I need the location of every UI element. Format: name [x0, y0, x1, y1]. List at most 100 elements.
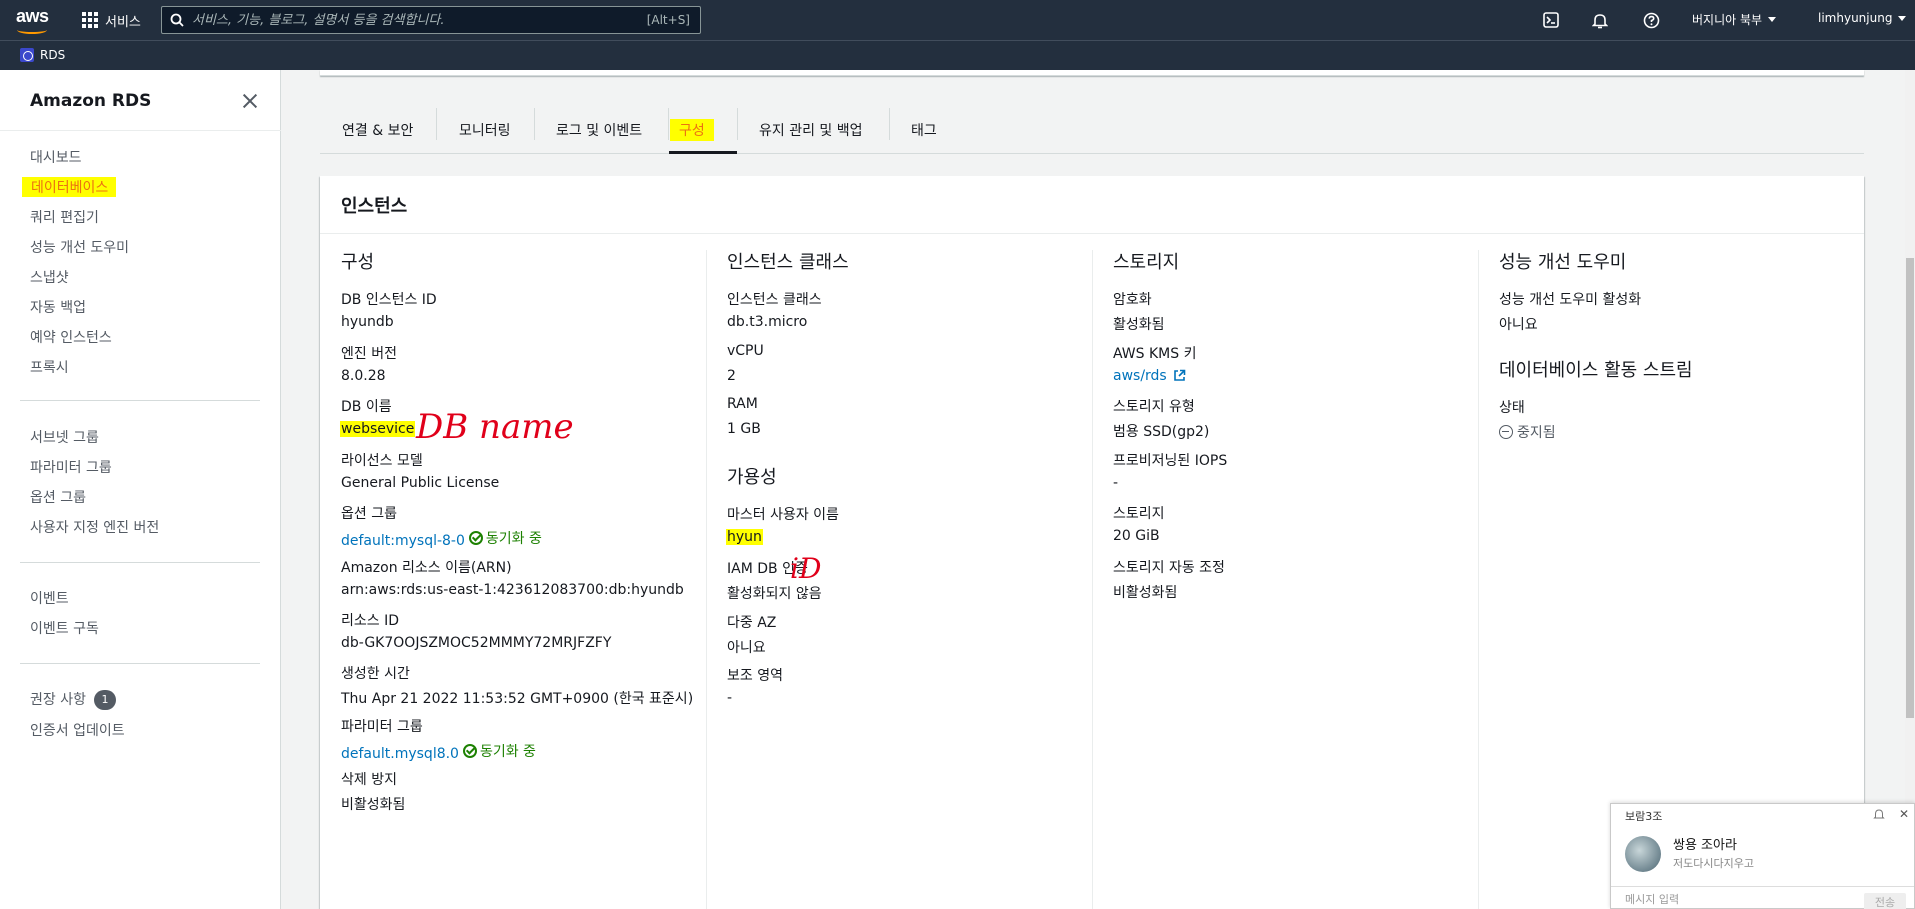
sidebar-item-label: 권장 사항 — [30, 692, 86, 708]
sidebar-item-snapshots[interactable]: 스냅샷 — [30, 267, 69, 287]
sidebar-item-event-subscriptions[interactable]: 이벤트 구독 — [30, 618, 99, 638]
sender-name: 쌍용 조아라 — [1673, 838, 1737, 853]
tab-separator — [436, 108, 437, 140]
active-tab-indicator — [669, 151, 737, 154]
field-value: 아니요 — [727, 640, 766, 656]
sidebar-item-subnet-groups[interactable]: 서브넷 그룹 — [30, 427, 99, 447]
send-button[interactable]: 전송 — [1864, 893, 1906, 909]
account-menu[interactable]: limhyunjung — [1818, 11, 1907, 25]
sidebar-item-certificate-update[interactable]: 인증서 업데이트 — [30, 720, 125, 740]
cloudshell-icon[interactable] — [1541, 10, 1561, 30]
column-heading: 스토리지 — [1113, 252, 1180, 273]
detail-tabs: 연결 & 보안 모니터링 로그 및 이벤트 구성 유지 관리 및 백업 태그 — [320, 106, 1864, 154]
kms-key-link[interactable]: aws/rds — [1113, 368, 1186, 384]
column-heading: 인스턴스 클래스 — [727, 252, 849, 273]
rds-icon — [20, 48, 34, 62]
field-label: 프로비저닝된 IOPS — [1113, 453, 1228, 469]
column-heading: 성능 개선 도우미 — [1499, 252, 1627, 273]
bell-icon[interactable] — [1873, 808, 1885, 820]
card-title: 인스턴스 — [341, 196, 408, 217]
tab-logs-events[interactable]: 로그 및 이벤트 — [556, 106, 642, 154]
sidebar-item-performance-insights[interactable]: 성능 개선 도우미 — [30, 237, 129, 257]
sidebar-title: Amazon RDS — [30, 91, 152, 111]
stopped-icon — [1499, 425, 1513, 439]
message-preview: 저도다시다지우고 — [1673, 857, 1754, 870]
db-name-value: websevice — [340, 421, 416, 437]
card-header: 인스턴스 — [320, 176, 1864, 234]
search-input[interactable] — [192, 12, 647, 28]
parameter-group-row: default.mysql8.0 동기화 중 — [341, 741, 536, 762]
option-group-link[interactable]: default:mysql-8-0 — [341, 533, 465, 549]
sidebar-item-recommendations[interactable]: 권장 사항 1 — [30, 689, 116, 710]
sidebar-item-events[interactable]: 이벤트 — [30, 588, 69, 608]
field-label: 라이선스 모델 — [341, 453, 423, 469]
field-label: 스토리지 자동 조정 — [1113, 560, 1225, 576]
tab-separator — [737, 108, 738, 140]
field-label: 생성한 시간 — [341, 666, 410, 682]
grid-icon — [82, 12, 98, 28]
field-label: Amazon 리소스 이름(ARN) — [341, 560, 512, 576]
sidebar-item-dashboard[interactable]: 대시보드 — [30, 147, 82, 167]
field-label: DB 인스턴스 ID — [341, 292, 437, 308]
tab-separator — [534, 108, 535, 140]
tab-tags[interactable]: 태그 — [911, 106, 937, 154]
close-icon[interactable] — [240, 91, 260, 111]
status-text: 동기화 중 — [479, 744, 536, 760]
sidebar: Amazon RDS 대시보드 데이터베이스 쿼리 편집기 성능 개선 도우미 … — [0, 70, 281, 909]
field-label: AWS KMS 키 — [1113, 346, 1197, 362]
field-label: 리소스 ID — [341, 613, 399, 629]
divider — [20, 663, 260, 664]
message-input[interactable] — [1625, 893, 1825, 906]
db-name-annotation: DB name — [416, 407, 574, 447]
bell-icon[interactable] — [1590, 10, 1610, 30]
tab-connectivity-security[interactable]: 연결 & 보안 — [342, 106, 413, 154]
field-label: RAM — [727, 396, 758, 412]
sidebar-item-automated-backups[interactable]: 자동 백업 — [30, 297, 86, 317]
id-annotation: iD — [790, 552, 822, 585]
status-text: 중지됨 — [1517, 425, 1556, 441]
field-value: 1 GB — [727, 421, 761, 437]
tab-monitoring[interactable]: 모니터링 — [459, 106, 511, 154]
parameter-group-link[interactable]: default.mysql8.0 — [341, 746, 459, 762]
configuration-column: 구성 DB 인스턴스 ID hyundb 엔진 버전 8.0.28 DB 이름 … — [320, 248, 706, 909]
field-value: 활성화됨 — [1113, 317, 1165, 333]
region-selector[interactable]: 버지니아 북부 — [1692, 11, 1777, 28]
field-value: db-GK7OOJSZMOC52MMMY72MRJFZFY — [341, 635, 612, 651]
field-label: DB 이름 — [341, 399, 392, 415]
sidebar-item-proxies[interactable]: 프록시 — [30, 357, 69, 377]
help-icon[interactable] — [1641, 10, 1661, 30]
tab-maintenance-backups[interactable]: 유지 관리 및 백업 — [759, 106, 863, 154]
username-label: limhyunjung — [1818, 11, 1893, 25]
count-badge: 1 — [93, 690, 116, 710]
check-circle-icon — [462, 744, 477, 758]
highlighted-value: websevice — [340, 421, 416, 437]
sidebar-item-parameter-groups[interactable]: 파라미터 그룹 — [30, 457, 112, 477]
sidebar-item-reserved-instances[interactable]: 예약 인스턴스 — [30, 327, 112, 347]
field-value: - — [727, 690, 733, 706]
sidebar-item-databases[interactable]: 데이터베이스 — [22, 177, 117, 197]
aws-smile-icon — [17, 26, 47, 34]
field-label: 스토리지 유형 — [1113, 399, 1195, 415]
close-icon[interactable]: ✕ — [1899, 807, 1909, 821]
sidebar-item-option-groups[interactable]: 옵션 그룹 — [30, 487, 86, 507]
external-link-icon — [1173, 369, 1186, 381]
rds-label: RDS — [40, 48, 66, 62]
tab-configuration[interactable]: 구성 — [670, 106, 714, 154]
status-text: 동기화 중 — [485, 531, 542, 547]
tab-label: 구성 — [670, 119, 714, 141]
services-menu-button[interactable]: 서비스 — [82, 10, 141, 30]
rds-service-link[interactable]: RDS — [20, 48, 65, 62]
column-heading: 데이터베이스 활동 스트림 — [1499, 360, 1693, 381]
field-value: Thu Apr 21 2022 11:53:52 GMT+0900 (한국 표준… — [341, 691, 694, 707]
scrollbar-thumb[interactable] — [1906, 258, 1914, 718]
caret-down-icon — [1768, 17, 1777, 22]
sidebar-item-query-editor[interactable]: 쿼리 편집기 — [30, 207, 99, 227]
search-bar[interactable]: [Alt+S] — [161, 6, 701, 34]
field-label: 성능 개선 도우미 활성화 — [1499, 292, 1642, 308]
field-label: 보조 영역 — [727, 668, 783, 684]
aws-logo[interactable]: aws — [16, 6, 52, 34]
field-value: 비활성화됨 — [341, 797, 406, 813]
field-value: db.t3.micro — [727, 314, 808, 330]
link-text: aws/rds — [1113, 368, 1167, 384]
sidebar-item-custom-engine-versions[interactable]: 사용자 지정 엔진 버전 — [30, 517, 159, 537]
